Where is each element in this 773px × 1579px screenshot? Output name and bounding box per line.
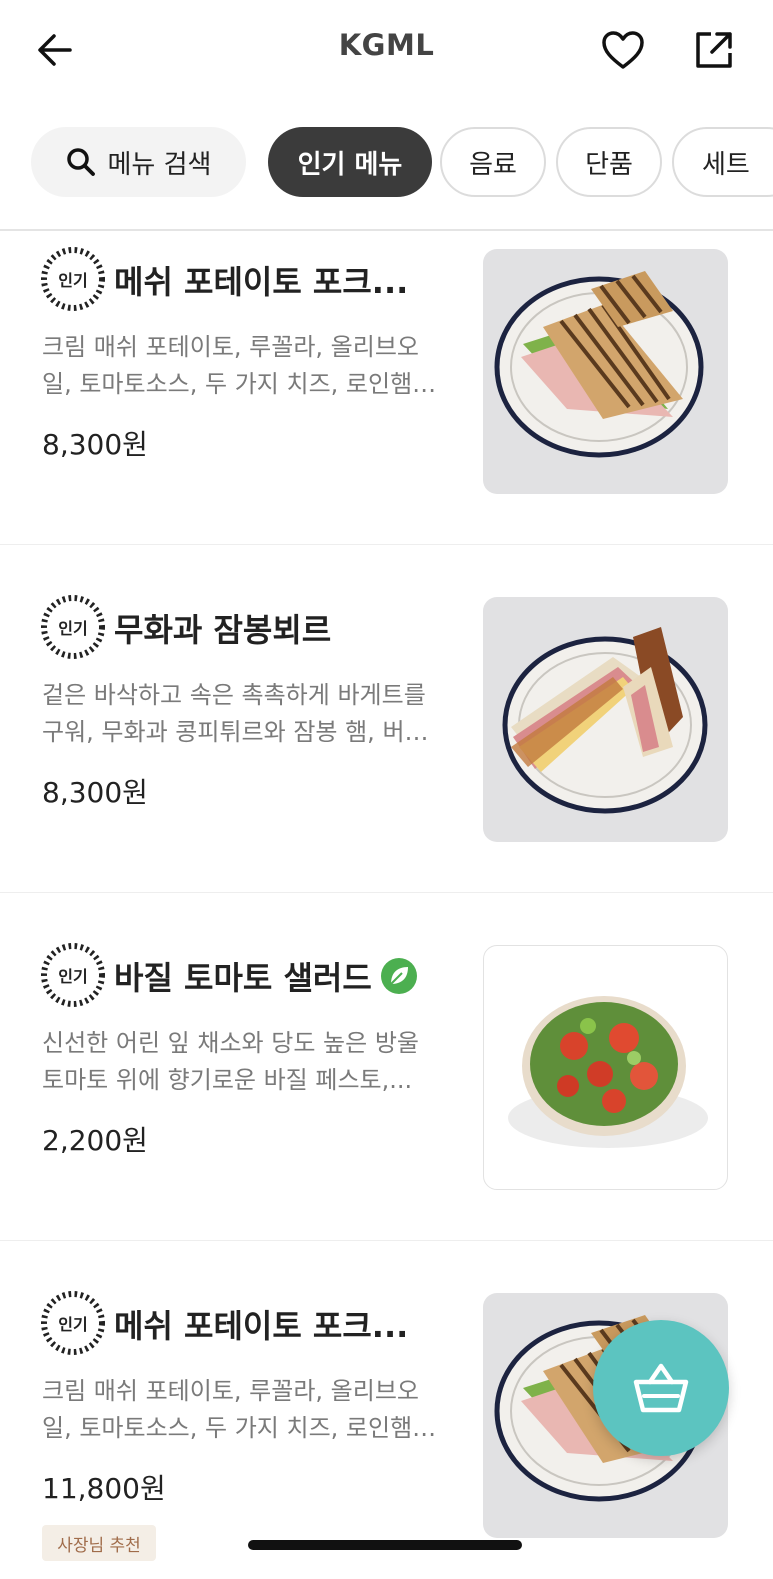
menu-item-name: 메쉬 포테이토 포크... [114, 1307, 409, 1345]
baguette-sandwich-photo [483, 597, 728, 842]
share-icon [696, 32, 732, 68]
popular-badge: 인기 [40, 594, 106, 660]
share-button[interactable] [686, 22, 742, 78]
sandwich-photo [483, 249, 728, 494]
tab-set[interactable]: 세트 [672, 127, 773, 197]
menu-item-price: 8,300원 [42, 428, 148, 461]
popular-badge: 인기 [40, 246, 106, 312]
salad-photo [483, 945, 728, 1190]
menu-item[interactable]: 인기 무화과 잠봉뵈르 겉은 바삭하고 속은 촉촉하게 바게트를 구워, 무화과… [0, 545, 773, 893]
menu-item-description: 크림 매쉬 포테이토, 루꼴라, 올리브오 일, 토마토소스, 두 가지 치즈,… [42, 333, 437, 398]
menu-item-description: 겉은 바삭하고 속은 촉촉하게 바게트를 구워, 무화과 콩피튀르와 잠봉 햄,… [42, 681, 429, 746]
category-tabs: 메뉴 검색 인기 메뉴 음료 단품 세트 [0, 124, 773, 204]
header: KGML [0, 0, 773, 100]
menu-item-name-text: 바질 토마토 샐러드 [114, 959, 372, 997]
tab-single[interactable]: 단품 [556, 127, 662, 197]
menu-item-price: 11,800원 [42, 1472, 166, 1505]
menu-item-description: 크림 매쉬 포테이토, 루꼴라, 올리브오 일, 토마토소스, 두 가지 치즈,… [42, 1377, 437, 1442]
favorite-button[interactable] [595, 22, 651, 78]
page-title: KGML [338, 28, 435, 62]
menu-item-name: 바질 토마토 샐러드 [114, 953, 418, 999]
popular-badge: 인기 [40, 942, 106, 1008]
heart-icon [602, 31, 644, 69]
cart-button[interactable] [593, 1320, 729, 1456]
leaf-icon [380, 957, 418, 995]
menu-item-description: 신선한 어린 잎 채소와 당도 높은 방울 토마토 위에 향기로운 바질 페스토… [42, 1029, 419, 1094]
menu-item[interactable]: 인기 바질 토마토 샐러드 신선한 어린 잎 채소와 당도 높은 방울 토마토 … [0, 893, 773, 1241]
menu-item-name: 메쉬 포테이토 포크... [114, 263, 409, 301]
basket-icon [633, 1363, 689, 1413]
owner-recommend-tag: 사장님 추천 [42, 1525, 156, 1561]
menu-item-price: 2,200원 [42, 1124, 148, 1157]
menu-item-name: 무화과 잠봉뵈르 [114, 611, 332, 649]
tab-popular[interactable]: 인기 메뉴 [268, 127, 432, 197]
tab-drinks[interactable]: 음료 [440, 127, 546, 197]
menu-search-button[interactable]: 메뉴 검색 [31, 127, 246, 197]
popular-badge: 인기 [40, 1290, 106, 1356]
search-icon [66, 148, 95, 176]
home-indicator[interactable] [248, 1540, 522, 1550]
menu-item[interactable]: 인기 메쉬 포테이토 포크... 크림 매쉬 포테이토, 루꼴라, 올리브오 일… [0, 231, 773, 545]
menu-item-price: 8,300원 [42, 776, 148, 809]
search-label: 메뉴 검색 [107, 149, 212, 180]
